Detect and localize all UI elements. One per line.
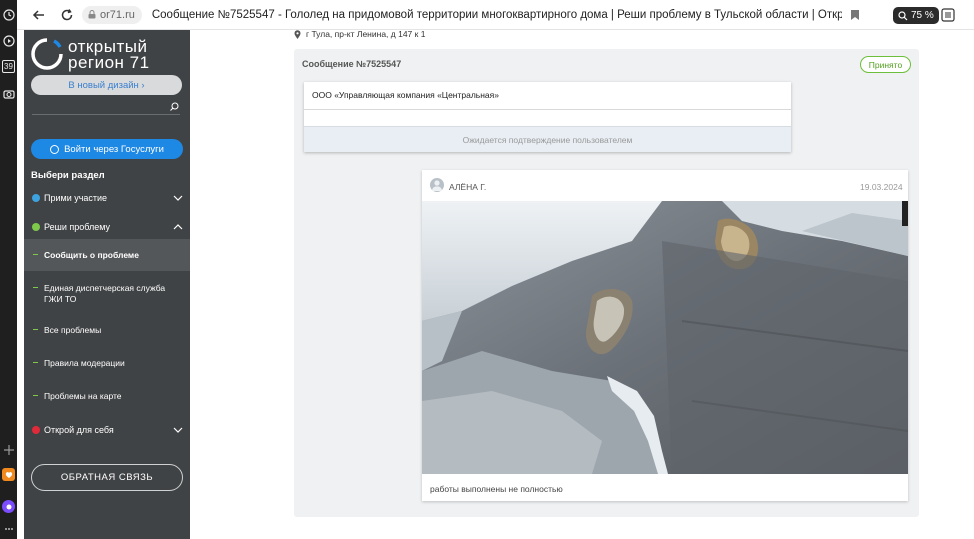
more-icon[interactable]	[2, 522, 15, 535]
site-logo[interactable]: открытый регион 71	[30, 34, 180, 74]
zoom-level: 75 %	[911, 10, 934, 21]
search-input[interactable]	[32, 114, 180, 115]
subitem-label: Все проблемы	[44, 325, 102, 335]
icy-road-photo	[422, 201, 908, 474]
menu-item-participate[interactable]: Прими участие	[24, 184, 190, 212]
browser-toolbar: or71.ru Сообщение №7525547 - Гололед на …	[17, 0, 974, 30]
organization-card: ООО «Управляющая компания «Центральная» …	[304, 82, 791, 152]
feedback-button[interactable]: ОБРАТНАЯ СВЯЗЬ	[31, 464, 183, 491]
gosuslugi-label: Войти через Госуслуги	[64, 143, 164, 155]
menu-item-label: Прими участие	[44, 193, 108, 203]
chevron-down-icon	[173, 427, 183, 433]
logo-text: открытый регион 71	[68, 38, 150, 72]
address-text: г Тула, пр-кт Ленина, д 147 к 1	[306, 29, 426, 39]
tab-title: Сообщение №7525547 - Гололед на придомов…	[151, 8, 842, 21]
subitem-all-problems[interactable]: Все проблемы	[24, 325, 190, 336]
subitem-label: Правила модерации	[44, 358, 125, 368]
subitem-dispatch-service[interactable]: Единая диспетчерская служба ГЖИ ТО	[24, 283, 184, 305]
browser-side-rail: 39	[0, 0, 17, 539]
history-icon[interactable]	[2, 8, 15, 21]
gosuslugi-icon	[50, 144, 60, 154]
zoom-indicator[interactable]: 75 %	[893, 7, 939, 24]
avatar	[430, 178, 444, 192]
menu-item-solve-problem[interactable]: Реши проблему	[24, 213, 190, 241]
calendar-icon[interactable]: 39	[2, 60, 15, 73]
site-sidebar: открытый регион 71 В новый дизайн › Войт…	[24, 30, 190, 539]
post-author: АЛЁНА Г.	[449, 182, 487, 192]
green-dot-icon	[32, 223, 40, 231]
problem-photo[interactable]	[422, 201, 908, 474]
organization-status: Ожидается подтверждение пользователем	[304, 126, 791, 152]
gosuslugi-login-button[interactable]: Войти через Госуслуги	[31, 139, 183, 159]
logo-line-2: регион 71	[68, 53, 150, 72]
play-icon[interactable]	[2, 34, 15, 47]
user-icon	[432, 180, 442, 191]
zoom-icon	[898, 10, 908, 20]
message-title: Сообщение №7525547	[302, 59, 402, 69]
red-dot-icon	[32, 426, 40, 434]
subitem-problems-map[interactable]: Проблемы на карте	[24, 391, 190, 402]
subitem-label: Единая диспетчерская служба ГЖИ ТО	[44, 283, 166, 304]
subitem-label: Проблемы на карте	[44, 391, 122, 401]
bookmark-icon[interactable]	[850, 9, 860, 21]
add-icon[interactable]	[2, 443, 15, 456]
assistant-icon[interactable]	[2, 500, 15, 513]
back-icon[interactable]	[30, 6, 48, 24]
search-icon[interactable]	[170, 102, 179, 111]
user-post-card: АЛЁНА Г. 19.03.2024 работы выполнены не …	[422, 170, 908, 501]
chevron-down-icon	[173, 195, 183, 201]
organization-name: ООО «Управляющая компания «Центральная»	[312, 90, 499, 100]
subitem-label: Сообщить о проблеме	[44, 249, 139, 260]
subitem-report-problem[interactable]: Сообщить о проблеме	[24, 239, 190, 271]
location-pin-icon	[294, 29, 301, 39]
url-domain[interactable]: or71.ru	[82, 5, 142, 24]
browser-menu-icon[interactable]	[941, 8, 955, 22]
divider	[304, 109, 791, 110]
subitem-moderation-rules[interactable]: Правила модерации	[24, 358, 190, 369]
section-title: Выбери раздел	[31, 170, 105, 181]
lock-icon	[88, 9, 96, 18]
status-badge: Принято	[860, 56, 911, 73]
dash-marker	[33, 329, 38, 330]
message-panel: Сообщение №7525547 Принято ООО «Управляю…	[294, 49, 919, 517]
chevron-up-icon	[173, 224, 183, 230]
post-caption: работы выполнены не полностью	[430, 484, 563, 494]
dash-marker	[33, 362, 38, 363]
logo-ring-icon	[31, 38, 63, 70]
new-design-button[interactable]: В новый дизайн ›	[31, 75, 182, 95]
address-line: г Тула, пр-кт Ленина, д 147 к 1	[294, 29, 425, 39]
menu-item-label: Реши проблему	[44, 222, 111, 232]
dash-marker	[33, 254, 38, 255]
blue-dot-icon	[32, 194, 40, 202]
menu-item-discover[interactable]: Открой для себя	[24, 416, 190, 444]
dash-marker	[33, 395, 38, 396]
post-date: 19.03.2024	[860, 182, 903, 192]
camera-icon[interactable]	[2, 87, 15, 100]
reload-icon[interactable]	[58, 6, 76, 24]
domain-text: or71.ru	[100, 8, 135, 21]
menu-item-label: Открой для себя	[44, 425, 114, 435]
app-orange-icon[interactable]	[2, 468, 15, 481]
dash-marker	[33, 287, 38, 288]
